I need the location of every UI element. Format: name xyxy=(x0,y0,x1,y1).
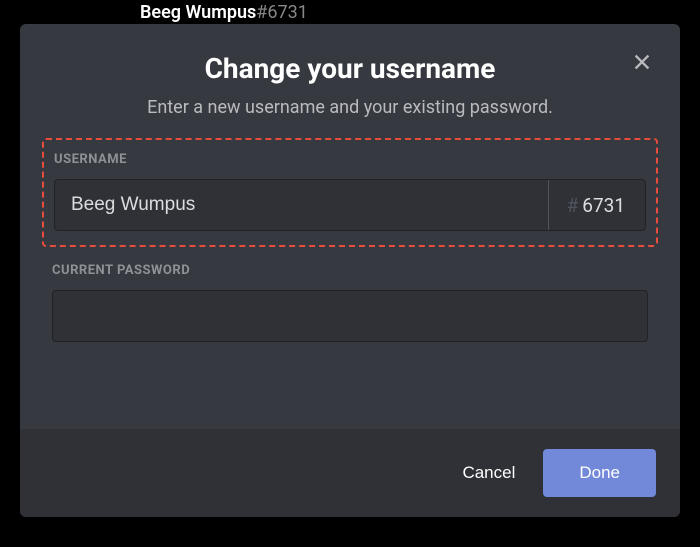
change-username-modal: Change your username Enter a new usernam… xyxy=(20,24,680,517)
background-username-hint: Beeg Wumpus#6731 xyxy=(140,0,308,25)
close-button[interactable] xyxy=(626,46,658,78)
username-label: USERNAME xyxy=(54,152,646,167)
modal-subtitle: Enter a new username and your existing p… xyxy=(44,97,656,118)
hash-symbol: # xyxy=(567,194,579,217)
modal-footer: Cancel Done xyxy=(20,429,680,517)
discriminator-box: # 6731 xyxy=(548,180,645,230)
cancel-button[interactable]: Cancel xyxy=(442,451,535,495)
modal-title: Change your username xyxy=(44,52,656,85)
modal-body: USERNAME # 6731 CURRENT PASSWORD xyxy=(20,138,680,429)
password-section: CURRENT PASSWORD xyxy=(42,257,658,342)
background-tag-text: #6731 xyxy=(256,2,308,23)
password-label: CURRENT PASSWORD xyxy=(52,263,648,278)
close-icon xyxy=(631,51,653,73)
background-username-text: Beeg Wumpus xyxy=(140,2,256,23)
username-highlight-box: USERNAME # 6731 xyxy=(42,138,658,247)
username-field-row: # 6731 xyxy=(54,179,646,231)
discriminator-value: 6731 xyxy=(582,194,625,217)
password-input[interactable] xyxy=(52,290,648,342)
username-input[interactable] xyxy=(55,180,548,230)
done-button[interactable]: Done xyxy=(543,449,656,497)
modal-header: Change your username Enter a new usernam… xyxy=(20,24,680,138)
